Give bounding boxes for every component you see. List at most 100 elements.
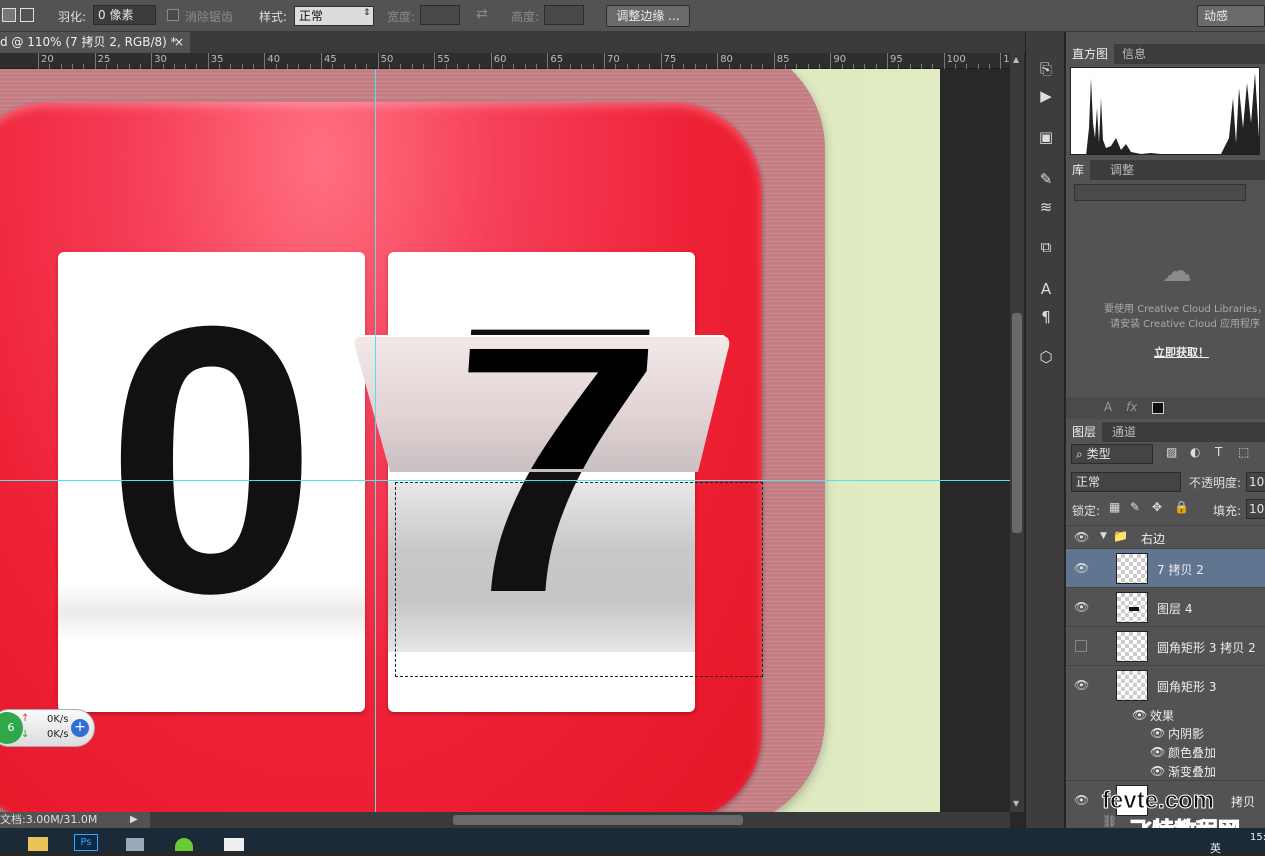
actions-play-icon[interactable]: ▶	[1036, 86, 1056, 106]
photoshop-icon[interactable]: Ps	[74, 834, 98, 851]
document-tab[interactable]: d @ 110% (7 拷贝 2, RGB/8) * ×	[0, 32, 190, 53]
adjust-filter-icon[interactable]: ◐	[1190, 445, 1200, 459]
status-menu-icon[interactable]: ▶	[130, 812, 138, 828]
refine-edge-button[interactable]: 调整边缘 ...	[606, 5, 690, 27]
fill-input[interactable]: 100	[1246, 499, 1265, 519]
effect-eye-icon[interactable]: 👁	[1150, 764, 1165, 778]
layer-row[interactable]: 👁 7 拷贝 2	[1066, 548, 1265, 587]
feather-input[interactable]: 0 像素	[93, 5, 156, 25]
effect-gradient-overlay: 渐变叠加	[1168, 765, 1217, 779]
new-selection-icon[interactable]	[2, 8, 16, 22]
fill-label: 填充:	[1213, 504, 1242, 518]
height-input[interactable]	[544, 5, 584, 25]
lock-paint-icon[interactable]: ✎	[1130, 500, 1140, 514]
vertical-scrollbar[interactable]: ▲ ▼	[1010, 53, 1024, 812]
workspace-select[interactable]: 动感	[1197, 5, 1265, 27]
ruler-tick	[660, 53, 662, 69]
opacity-input[interactable]: 100	[1246, 472, 1265, 492]
layer-row[interactable]: 👁 图层 4	[1066, 587, 1265, 626]
character-icon[interactable]: A	[1036, 279, 1056, 299]
style-select[interactable]: 正常	[294, 6, 374, 26]
brush-presets-icon[interactable]: ≋	[1036, 197, 1056, 217]
layer-name: 圆角矩形 3	[1157, 680, 1217, 694]
lock-move-icon[interactable]: ✥	[1152, 500, 1162, 514]
input-language[interactable]: 英	[1210, 840, 1221, 856]
effects-eye-icon[interactable]: 👁	[1132, 708, 1147, 722]
close-icon[interactable]: ×	[174, 32, 184, 53]
add-selection-icon[interactable]	[20, 8, 34, 22]
ruler-tick	[38, 53, 39, 69]
canvas-area[interactable]: 0 7 7 6 ↑ 0K/s	[0, 69, 1010, 812]
visibility-eye-icon[interactable]: 👁	[1074, 530, 1089, 544]
clone-source-icon[interactable]: ⧉	[1036, 237, 1056, 257]
layer-row[interactable]: 👁 圆角矩形 3	[1066, 665, 1265, 704]
scroll-up-icon[interactable]: ▲	[1013, 55, 1019, 64]
app-icon[interactable]	[126, 838, 144, 851]
tab-adjustments[interactable]: 调整	[1104, 160, 1140, 180]
opacity-label: 不透明度:	[1189, 476, 1242, 490]
swap-icon[interactable]: ⇄	[476, 6, 488, 22]
ruler-tick	[377, 53, 379, 69]
tab-info[interactable]: 信息	[1116, 44, 1152, 64]
blend-mode-select[interactable]: 正常	[1071, 472, 1181, 492]
horizontal-scroll-thumb[interactable]	[453, 815, 743, 825]
visibility-box[interactable]	[1075, 640, 1087, 652]
artwork: 0 7 7 6 ↑ 0K/s	[0, 69, 940, 812]
layer-thumbnail	[1116, 631, 1148, 662]
ruler-label: 35	[210, 54, 224, 65]
3d-icon[interactable]: ⬡	[1036, 347, 1056, 367]
visibility-eye-icon[interactable]: 👁	[1074, 600, 1089, 614]
fx-icon[interactable]: fx	[1126, 400, 1137, 414]
history-icon[interactable]: ⎘	[1036, 59, 1056, 79]
chevron-down-icon[interactable]: ▼	[1100, 531, 1107, 541]
cc-get-link[interactable]: 立即获取！	[1154, 344, 1209, 360]
ruler-label: 85	[776, 54, 790, 65]
download-rate: 0K/s	[47, 729, 69, 740]
color-swatch-icon[interactable]	[1152, 402, 1164, 414]
brush-icon[interactable]: ✎	[1036, 169, 1056, 189]
browser-icon[interactable]	[175, 838, 193, 851]
histogram-tab-bar: 直方图 信息	[1066, 44, 1265, 64]
folder-icon[interactable]	[28, 837, 48, 851]
plus-icon[interactable]: +	[71, 719, 89, 737]
paragraph-icon[interactable]: ¶	[1036, 307, 1056, 327]
image-viewer-icon[interactable]	[224, 838, 244, 851]
effect-eye-icon[interactable]: 👁	[1150, 726, 1165, 740]
type-filter-icon[interactable]: T	[1215, 445, 1222, 459]
image-filter-icon[interactable]: ▨	[1166, 445, 1177, 459]
tab-library[interactable]: 库	[1066, 160, 1091, 180]
ruler-tick	[604, 53, 605, 69]
tab-histogram[interactable]: 直方图	[1066, 44, 1115, 64]
visibility-eye-icon[interactable]: 👁	[1074, 678, 1089, 692]
layers-tab-bar: 图层 通道	[1066, 422, 1265, 442]
properties-icon[interactable]: ▣	[1036, 127, 1056, 147]
vertical-scroll-thumb[interactable]	[1012, 313, 1022, 533]
ruler-tick	[434, 53, 436, 69]
lock-transparent-icon[interactable]: ▦	[1109, 500, 1120, 514]
clock: 15:	[1250, 832, 1265, 843]
height-label: 高度:	[511, 10, 540, 24]
visibility-eye-icon[interactable]: 👁	[1074, 793, 1089, 807]
ruler-tick	[151, 53, 153, 69]
tab-channels[interactable]: 通道	[1106, 422, 1142, 442]
effects-label: 效果	[1150, 709, 1175, 723]
ruler-tick	[830, 53, 832, 69]
network-monitor[interactable]: 6 ↑ 0K/s ↓ 0K/s +	[0, 709, 95, 747]
scroll-down-icon[interactable]: ▼	[1013, 799, 1019, 808]
shape-filter-icon[interactable]: ⬚	[1238, 445, 1249, 459]
library-select[interactable]	[1074, 184, 1246, 201]
antialias-checkbox[interactable]	[167, 9, 179, 21]
visibility-eye-icon[interactable]: 👁	[1074, 561, 1089, 575]
layer-filter-select[interactable]: ⌕ 类型	[1071, 444, 1153, 464]
ruler-label: 25	[97, 54, 111, 65]
ruler-tick	[264, 53, 266, 69]
horizontal-scrollbar[interactable]	[150, 812, 1010, 828]
text-style-icon[interactable]: A	[1104, 400, 1112, 414]
effect-eye-icon[interactable]: 👁	[1150, 745, 1165, 759]
layer-row[interactable]: 圆角矩形 3 拷贝 2	[1066, 626, 1265, 665]
layer-group-right[interactable]: 👁 ▼ 📁 右边	[1066, 525, 1265, 549]
lock-all-icon[interactable]: 🔒	[1174, 500, 1189, 514]
width-input[interactable]	[420, 5, 460, 25]
tab-layers[interactable]: 图层	[1066, 422, 1103, 442]
ruler-label: 80	[720, 54, 733, 65]
